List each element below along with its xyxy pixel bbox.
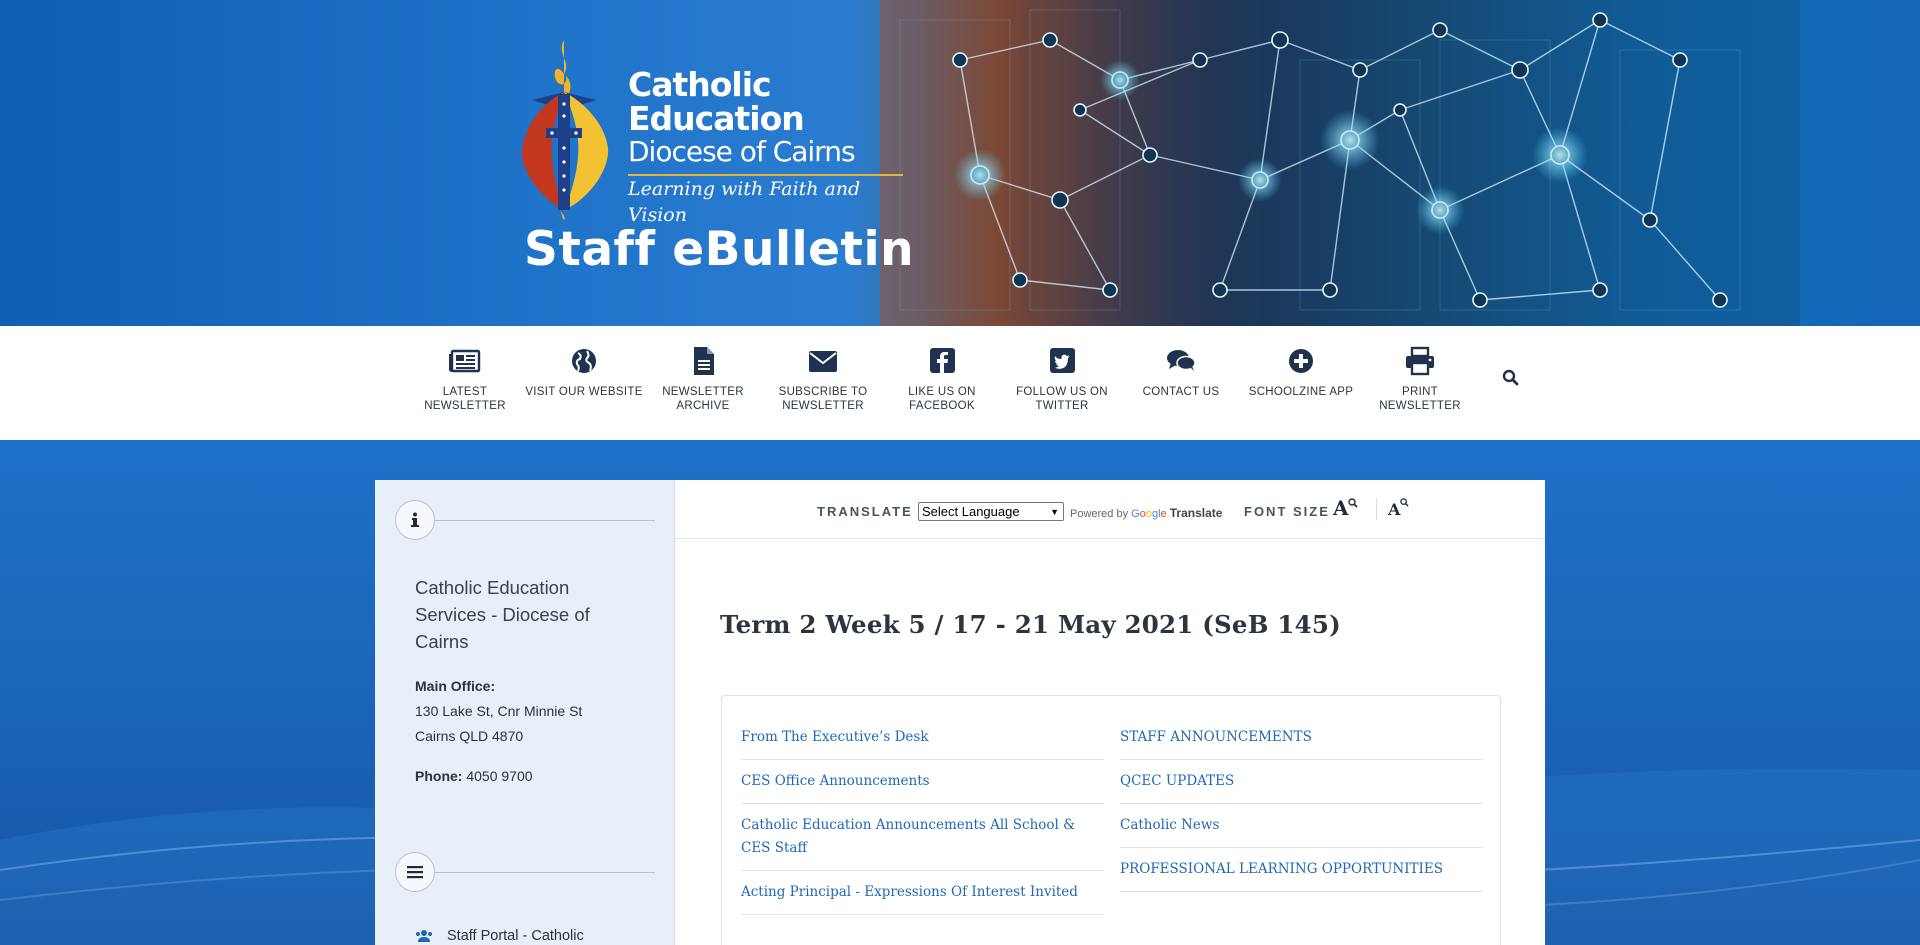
language-select[interactable]: Select Language ▼ (918, 502, 1064, 521)
nav-label: SCHOOLZINE APP (1248, 386, 1354, 398)
comments-icon (1167, 350, 1196, 371)
staff-portal-label: Staff Portal - Catholic (447, 928, 584, 944)
address-line-2: Cairns QLD 4870 (415, 728, 524, 744)
table-of-contents: From The Executive’s Desk CES Office Ann… (721, 695, 1501, 945)
printer-icon (1406, 346, 1434, 376)
phone-value[interactable]: 4050 9700 (466, 768, 532, 784)
nav-label: VISIT OUR WEBSITE (525, 386, 643, 398)
main-office-label: Main Office: (415, 678, 496, 694)
powered-by-label: Powered by (1070, 508, 1129, 520)
organisation-name: Catholic Education Services - Diocese of… (415, 577, 590, 652)
nav-facebook[interactable]: LIKE US ON FACEBOOK (882, 346, 1002, 413)
plus-circle-icon (1289, 349, 1313, 373)
toc-link[interactable]: Catholic Education Announcements All Sch… (741, 804, 1104, 871)
nav-label: NEWSLETTER ARCHIVE (662, 386, 744, 412)
main-office-block: Main Office: 130 Lake St, Cnr Minnie St … (415, 674, 582, 749)
file-icon (694, 347, 714, 375)
globe-icon (572, 349, 596, 373)
logo-tagline: Learning with Faith and Vision (628, 178, 861, 226)
toc-link[interactable]: QCEC UPDATES (1120, 760, 1483, 804)
sidebar-divider (435, 520, 655, 521)
twitter-icon (1050, 348, 1075, 373)
icon-navigation-bar: LATEST NEWSLETTER VISIT OUR WEBSITE NEWS… (0, 326, 1920, 440)
nav-schoolzine-app[interactable]: SCHOOLZINE APP (1241, 346, 1361, 399)
envelope-icon (809, 351, 837, 372)
logo-line-education: Education (628, 99, 805, 138)
nav-label: SUBSCRIBE TO NEWSLETTER (778, 386, 868, 412)
sidebar-link-staff-portal[interactable]: Staff Portal - Catholic (415, 928, 584, 944)
nav-contact-us[interactable]: CONTACT US (1121, 346, 1241, 399)
catholic-education-logo[interactable]: Catholic Education Diocese of Cairns Lea… (512, 40, 912, 226)
logo-line-catholic: Catholic (628, 65, 772, 104)
content-card: Catholic Education Services - Diocese of… (375, 480, 1545, 945)
zoom-in-icon (1348, 498, 1358, 508)
nav-latest-newsletter[interactable]: LATEST NEWSLETTER (405, 346, 525, 413)
translate-label: TRANSLATE (817, 504, 913, 519)
font-decrease-button[interactable]: A (1388, 498, 1409, 519)
translate-brand: Translate (1169, 506, 1223, 520)
toc-link[interactable]: From The Executive’s Desk (741, 716, 1104, 760)
sidebar: Catholic Education Services - Diocese of… (375, 480, 675, 945)
nav-visit-website[interactable]: VISIT OUR WEBSITE (524, 346, 644, 399)
address-line-1: 130 Lake St, Cnr Minnie St (415, 703, 583, 719)
font-increase-button[interactable]: A (1333, 496, 1358, 520)
font-size-label: FONT SIZE (1244, 504, 1330, 519)
toc-link[interactable]: CES Office Announcements (741, 760, 1104, 804)
site-title: Staff eBulletin (524, 222, 915, 277)
zoom-out-icon (1400, 498, 1409, 507)
main-panel: TRANSLATE Select Language ▼ Powered by G… (675, 480, 1545, 945)
logo-line-diocese: Diocese of Cairns (628, 135, 856, 168)
google-logo: Google (1131, 508, 1167, 520)
nav-label: PRINT NEWSLETTER (1379, 386, 1461, 412)
powered-by-google[interactable]: Powered by Google Translate (1070, 506, 1222, 520)
network-servers-image (880, 0, 1800, 326)
info-button[interactable] (395, 500, 435, 540)
font-increase-glyph: A (1333, 496, 1349, 520)
nav-label: FOLLOW US ON TWITTER (1016, 386, 1108, 412)
crest-icon (521, 40, 609, 220)
nav-label: LIKE US ON FACEBOOK (908, 386, 976, 412)
toc-column-left: From The Executive’s Desk CES Office Ann… (741, 716, 1104, 915)
users-icon (416, 930, 432, 942)
translate-toolbar: TRANSLATE Select Language ▼ Powered by G… (675, 480, 1545, 539)
toolbar-separator (1376, 498, 1377, 520)
newspaper-icon (449, 349, 481, 373)
chevron-down-icon: ▼ (1050, 506, 1059, 517)
toc-link[interactable]: Acting Principal - Expressions Of Intere… (741, 871, 1104, 915)
toc-column-right: STAFF ANNOUNCEMENTS QCEC UPDATES Catholi… (1120, 716, 1483, 892)
issue-title: Term 2 Week 5 / 17 - 21 May 2021 (SeB 14… (720, 610, 1341, 639)
nav-print-newsletter[interactable]: PRINT NEWSLETTER (1360, 346, 1480, 413)
facebook-icon (930, 348, 955, 373)
toc-link[interactable]: PROFESSIONAL LEARNING OPPORTUNITIES (1120, 848, 1483, 892)
nav-subscribe[interactable]: SUBSCRIBE TO NEWSLETTER (763, 346, 883, 413)
nav-label: LATEST NEWSLETTER (424, 386, 506, 412)
language-select-value: Select Language (922, 504, 1020, 519)
nav-twitter[interactable]: FOLLOW US ON TWITTER (1002, 346, 1122, 413)
phone-block: Phone: 4050 9700 (415, 764, 533, 789)
info-icon (411, 512, 419, 527)
menu-icon (407, 866, 423, 879)
search-icon[interactable] (1501, 368, 1521, 388)
phone-label: Phone: (415, 768, 463, 784)
header-banner: Catholic Education Diocese of Cairns Lea… (0, 0, 1920, 326)
sidebar-divider (435, 872, 655, 873)
menu-button[interactable] (395, 852, 435, 892)
font-decrease-glyph: A (1388, 500, 1401, 519)
nav-label: CONTACT US (1142, 386, 1220, 398)
nav-newsletter-archive[interactable]: NEWSLETTER ARCHIVE (643, 346, 763, 413)
toc-link[interactable]: Catholic News (1120, 804, 1483, 848)
toc-link[interactable]: STAFF ANNOUNCEMENTS (1120, 716, 1483, 760)
logo-text: Catholic Education Diocese of Cairns Lea… (628, 68, 912, 228)
